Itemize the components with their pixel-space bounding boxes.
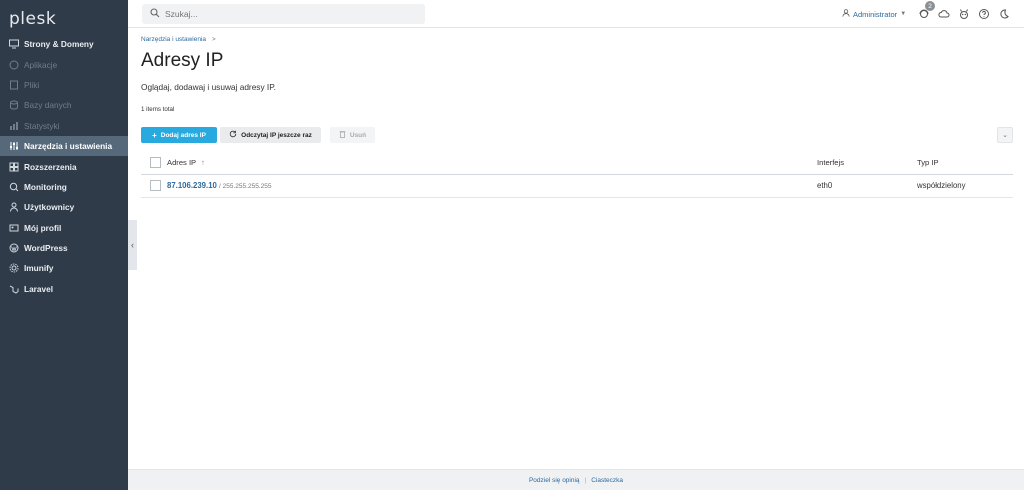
user-icon xyxy=(9,202,19,212)
topbar: Administrator ▼ 2 xyxy=(128,0,1024,28)
column-header-interface[interactable]: Interfejs xyxy=(817,152,917,175)
sidebar-item-label: Użytkownicy xyxy=(24,202,75,213)
extensions-icon xyxy=(9,162,19,172)
page-description: Oglądaj, dodawaj i usuwaj adresy IP. xyxy=(141,82,276,92)
sidebar-item-users[interactable]: Użytkownicy xyxy=(0,197,128,217)
sidebar-item-extensions[interactable]: Rozszerzenia xyxy=(0,156,128,176)
sidebar-item-my-profile[interactable]: Mój profil xyxy=(0,218,128,238)
wordpress-icon xyxy=(9,243,19,253)
sidebar-item-databases[interactable]: Bazy danych xyxy=(0,95,128,115)
sidebar-item-statistics[interactable]: Statystyki xyxy=(0,116,128,136)
sidebar-collapse-toggle[interactable]: ‹ xyxy=(128,220,137,270)
sidebar-item-applications[interactable]: Aplikacje xyxy=(0,54,128,74)
dark-mode-icon[interactable] xyxy=(998,7,1010,19)
table-row: 87.106.239.10 / 255.255.255.255 eth0 wsp… xyxy=(141,174,1013,198)
sidebar-item-imunify[interactable]: Imunify xyxy=(0,258,128,278)
sort-asc-icon: ↑ xyxy=(201,158,205,168)
laravel-icon xyxy=(9,284,19,294)
reread-ip-label: Odczytaj IP jeszcze raz xyxy=(241,131,312,139)
reread-ip-button[interactable]: Odczytaj IP jeszcze raz xyxy=(220,127,321,143)
sidebar-item-files[interactable]: Pliki xyxy=(0,75,128,95)
items-total: 1 items total xyxy=(141,106,175,113)
table-header-row: Adres IP ↑ Interfejs Typ IP xyxy=(141,152,1013,175)
sidebar-item-label: Statystyki xyxy=(24,120,60,131)
search-icon xyxy=(150,5,160,23)
delete-button[interactable]: Usuń xyxy=(330,127,375,143)
sidebar-item-label: Imunify xyxy=(24,263,54,274)
chevron-left-icon: ‹ xyxy=(131,240,134,250)
user-name: Administrator xyxy=(853,9,898,19)
notifications-badge: 2 xyxy=(925,1,935,11)
feedback-link[interactable]: Podziel się opinią xyxy=(529,477,580,484)
ip-type: współdzielony xyxy=(917,174,1013,198)
sidebar: plesk Strony & Domeny Aplikacje Pliki Ba… xyxy=(0,0,128,490)
monitoring-icon xyxy=(9,182,19,192)
database-icon xyxy=(9,100,19,110)
search-box[interactable] xyxy=(142,4,425,24)
sliders-icon xyxy=(9,141,19,151)
apps-icon xyxy=(9,60,19,70)
cookies-link[interactable]: Ciasteczka xyxy=(591,477,623,484)
ip-mask: / 255.255.255.255 xyxy=(219,183,272,190)
breadcrumb: Narzędzia i ustawienia > xyxy=(141,36,216,43)
trash-icon xyxy=(339,130,346,140)
chevron-down-icon: ⌄ xyxy=(1002,132,1008,139)
user-menu[interactable]: Administrator ▼ xyxy=(842,9,906,19)
monitor-icon xyxy=(9,39,19,49)
help-icon[interactable] xyxy=(978,7,990,19)
plus-icon: + xyxy=(152,130,157,140)
page-title: Adresy IP xyxy=(141,50,224,71)
column-header-ip-type[interactable]: Typ IP xyxy=(917,152,1013,175)
refresh-icon xyxy=(229,130,237,140)
more-options-button[interactable]: ⌄ xyxy=(997,127,1013,143)
select-all-checkbox[interactable] xyxy=(150,157,161,169)
column-header-ip[interactable]: Adres IP ↑ xyxy=(167,152,817,175)
sidebar-item-label: Monitoring xyxy=(24,181,67,192)
gear-icon xyxy=(9,263,19,273)
sidebar-item-label: WordPress xyxy=(24,243,68,254)
breadcrumb-separator: > xyxy=(211,36,216,43)
plesk-logo[interactable]: plesk xyxy=(0,0,128,34)
footer: Podziel się opinią | Ciasteczka xyxy=(128,469,1024,490)
sidebar-item-tools-settings[interactable]: Narzędzia i ustawienia xyxy=(0,135,128,157)
sidebar-item-label: Pliki xyxy=(24,79,40,90)
footer-separator: | xyxy=(584,476,587,484)
mascot-icon[interactable] xyxy=(958,7,970,19)
delete-label: Usuń xyxy=(349,131,367,139)
add-ip-label: Dodaj adres IP xyxy=(160,131,206,139)
profile-icon xyxy=(9,223,19,233)
cloud-icon[interactable] xyxy=(938,7,950,19)
sidebar-item-label: Narzędzia i ustawienia xyxy=(24,141,113,152)
ip-table: Adres IP ↑ Interfejs Typ IP 87.106.239.1… xyxy=(141,152,1013,198)
file-icon xyxy=(9,80,19,90)
sidebar-item-sites-domains[interactable]: Strony & Domeny xyxy=(0,34,128,54)
sidebar-item-wordpress[interactable]: WordPress xyxy=(0,238,128,258)
stats-icon xyxy=(9,121,19,131)
sidebar-item-label: Rozszerzenia xyxy=(24,161,77,172)
user-icon xyxy=(842,9,850,19)
sidebar-item-label: Laravel xyxy=(24,283,54,294)
sidebar-item-label: Bazy danych xyxy=(24,100,72,111)
breadcrumb-link[interactable]: Narzędzia i ustawienia xyxy=(141,36,206,43)
sidebar-item-label: Aplikacje xyxy=(24,59,58,70)
ip-interface: eth0 xyxy=(817,174,917,198)
sidebar-item-monitoring[interactable]: Monitoring xyxy=(0,177,128,197)
ip-address-link[interactable]: 87.106.239.10 xyxy=(167,181,217,190)
sidebar-item-label: Strony & Domeny xyxy=(24,39,94,50)
search-input[interactable] xyxy=(165,9,405,19)
sidebar-nav: Strony & Domeny Aplikacje Pliki Bazy dan… xyxy=(0,34,128,299)
sidebar-item-laravel[interactable]: Laravel xyxy=(0,279,128,299)
sidebar-item-label: Mój profil xyxy=(24,222,62,233)
add-ip-button[interactable]: + Dodaj adres IP xyxy=(141,127,217,143)
row-checkbox[interactable] xyxy=(150,180,161,191)
chevron-down-icon: ▼ xyxy=(900,11,907,17)
